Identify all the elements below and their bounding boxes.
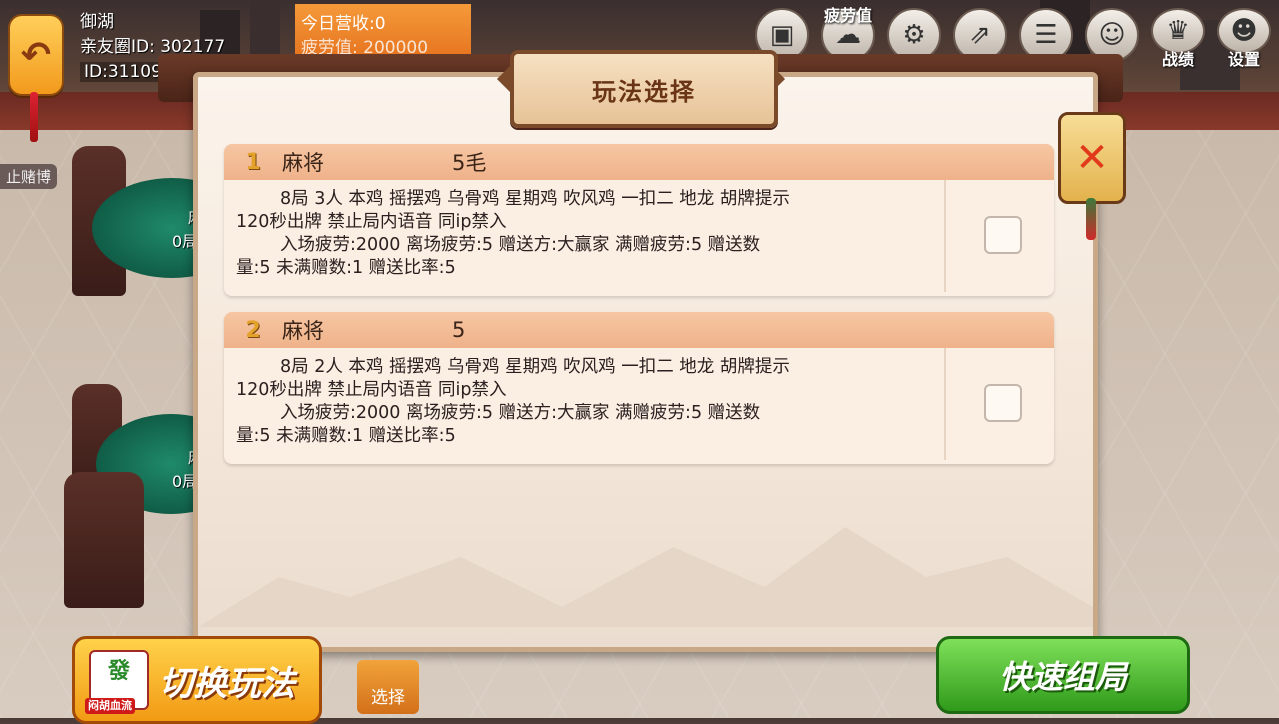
rule-price: 5毛 bbox=[452, 151, 487, 175]
rule-line: 入场疲劳:2000 离场疲劳:5 赠送方:大赢家 满赠疲劳:5 赠送数 bbox=[280, 235, 761, 255]
select-button[interactable]: 选择 bbox=[357, 660, 419, 714]
user-id: ID:31109 bbox=[80, 62, 166, 82]
mountain-decoration bbox=[198, 527, 1093, 627]
quick-start-button[interactable]: 快速组局 bbox=[936, 636, 1190, 714]
back-button[interactable]: ↶ bbox=[8, 14, 64, 96]
today-revenue: 今日营收:0 bbox=[301, 14, 386, 34]
rule-item-1[interactable]: 1 麻将 5毛 8局 3人 本鸡 摇摆鸡 乌骨鸡 星期鸡 吹风鸡 一扣二 地龙 … bbox=[224, 144, 1054, 296]
rule-line: 120秒出牌 禁止局内语音 同ip禁入 bbox=[236, 380, 507, 400]
chair bbox=[64, 472, 144, 608]
switch-rule-label: 切换玩法 bbox=[159, 663, 295, 704]
close-button[interactable]: ✕ bbox=[1058, 112, 1126, 204]
user-settings-button[interactable]: ☻ 设置 bbox=[1217, 8, 1271, 70]
back-arrow-icon: ↶ bbox=[20, 34, 52, 76]
rule-line: 量:5 未满赠数:1 赠送比率:5 bbox=[236, 258, 456, 278]
record-button[interactable]: ♛ 战绩 bbox=[1151, 8, 1205, 70]
modal-title: 玩法选择 bbox=[510, 50, 778, 128]
rule-number: 1 bbox=[245, 149, 261, 175]
rule-line: 8局 3人 本鸡 摇摆鸡 乌骨鸡 星期鸡 吹风鸡 一扣二 地龙 胡牌提示 bbox=[280, 189, 790, 209]
rule-header: 2 麻将 5 bbox=[224, 312, 1054, 348]
rule-description: 8局 2人 本鸡 摇摆鸡 乌骨鸡 星期鸡 吹风鸡 一扣二 地龙 胡牌提示 120… bbox=[224, 348, 942, 448]
rule-game: 麻将 bbox=[282, 151, 324, 175]
rule-item-2[interactable]: 2 麻将 5 8局 2人 本鸡 摇摆鸡 乌骨鸡 星期鸡 吹风鸡 一扣二 地龙 胡… bbox=[224, 312, 1054, 464]
select-label: 选择 bbox=[371, 688, 405, 708]
switch-rule-button[interactable]: 發 闷胡血流 切换玩法 bbox=[72, 636, 322, 724]
tassel-decoration bbox=[30, 92, 38, 142]
quick-start-label: 快速组局 bbox=[998, 658, 1127, 696]
rule-game: 麻将 bbox=[282, 319, 324, 343]
divider bbox=[944, 180, 946, 292]
rule-line: 8局 2人 本鸡 摇摆鸡 乌骨鸡 星期鸡 吹风鸡 一扣二 地龙 胡牌提示 bbox=[280, 357, 790, 377]
rule-line: 入场疲劳:2000 离场疲劳:5 赠送方:大赢家 满赠疲劳:5 赠送数 bbox=[280, 403, 761, 423]
rule-checkbox-2[interactable] bbox=[984, 384, 1022, 422]
club-name: 御湖 bbox=[80, 12, 114, 32]
mahjong-tile-icon: 發 闷胡血流 bbox=[85, 650, 149, 714]
tile-char: 發 bbox=[107, 659, 130, 684]
rule-number: 2 bbox=[245, 317, 261, 343]
rule-description: 8局 3人 本鸡 摇摆鸡 乌骨鸡 星期鸡 吹风鸡 一扣二 地龙 胡牌提示 120… bbox=[224, 180, 942, 280]
modal-title-text: 玩法选择 bbox=[592, 77, 696, 106]
tile-badge: 闷胡血流 bbox=[85, 698, 135, 714]
rule-header: 1 麻将 5毛 bbox=[224, 144, 1054, 180]
rule-line: 量:5 未满赠数:1 赠送比率:5 bbox=[236, 426, 456, 446]
rule-price: 5 bbox=[452, 318, 466, 342]
divider bbox=[944, 348, 946, 460]
close-icon: ✕ bbox=[1075, 135, 1109, 181]
lantern-tassel bbox=[1086, 198, 1096, 240]
rule-line: 120秒出牌 禁止局内语音 同ip禁入 bbox=[236, 212, 507, 232]
rule-checkbox-1[interactable] bbox=[984, 216, 1022, 254]
anti-gambling-notice: 止赌博 bbox=[0, 164, 58, 189]
